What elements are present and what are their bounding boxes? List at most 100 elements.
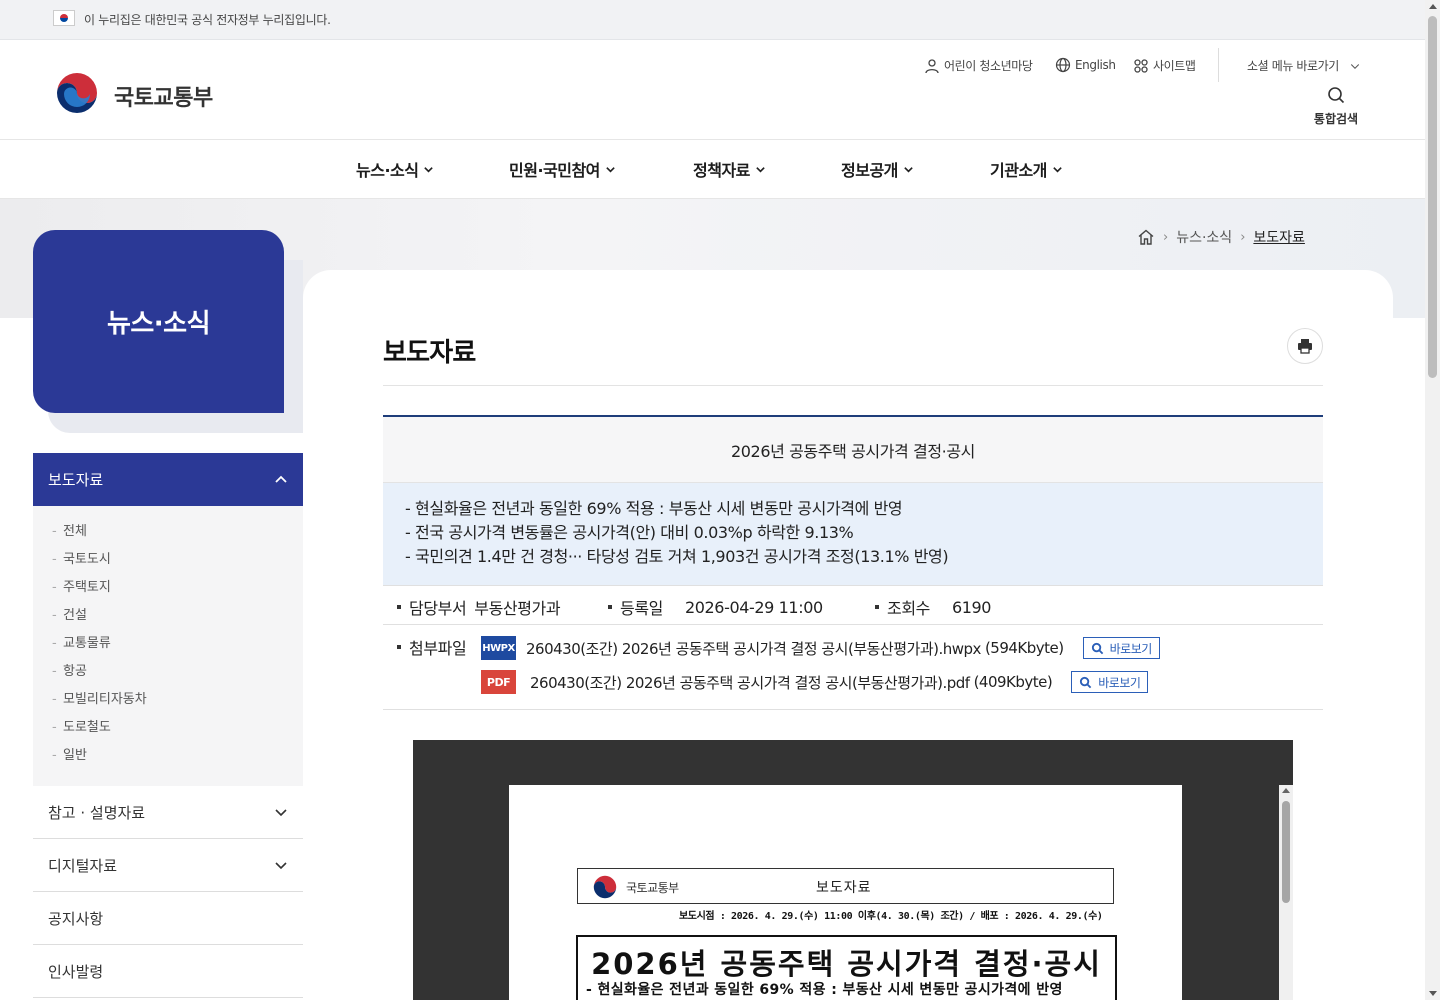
gnb-about[interactable]: 기관소개 bbox=[990, 157, 1063, 181]
scroll-down-icon[interactable] bbox=[1429, 991, 1437, 996]
doc-kind: 보도자료 bbox=[816, 880, 872, 896]
preview-button[interactable]: 바로보기 bbox=[1071, 671, 1149, 693]
preview-button[interactable]: 바로보기 bbox=[1082, 637, 1160, 659]
bullet bbox=[875, 605, 879, 609]
meta-label: 조회수 bbox=[887, 599, 930, 618]
sidebar-subitem[interactable]: 전체 bbox=[33, 522, 303, 550]
preview-label: 바로보기 bbox=[1098, 675, 1141, 690]
sidebar-item-digital[interactable]: 디지털자료 bbox=[33, 839, 303, 892]
attachment-file: PDF 260430(조간) 2026년 공동주택 공시가격 결정 공시(부동산… bbox=[481, 670, 1149, 694]
gnb-civil[interactable]: 민원·국민참여 bbox=[509, 157, 616, 181]
doc-subtitle: - 현실화율은 전년과 동일한 69% 적용 : 부동산 시세 변동만 공시가격… bbox=[586, 982, 1063, 998]
site-header: 국토교통부 어린이 청소년마당 English 사이트맵 소셜 메뉴 바로가기 … bbox=[0, 40, 1425, 140]
file-name[interactable]: 260430(조간) 2026년 공동주택 공시가격 결정 공시(부동산평가과)… bbox=[526, 638, 981, 659]
sidebar-subitem[interactable]: 항공 bbox=[33, 662, 303, 690]
korea-flag-icon bbox=[53, 10, 75, 26]
gov-banner: 이 누리집은 대한민국 공식 전자정부 누리집입니다. bbox=[0, 0, 1425, 40]
side-title: 뉴스·소식 bbox=[33, 230, 284, 413]
sidebar-subitem[interactable]: 교통물류 bbox=[33, 634, 303, 662]
doc-title-box: 2026년 공동주택 공시가격 결정·공시 - 현실화율은 전년과 동일한 69… bbox=[576, 935, 1117, 1000]
chevron-down-icon bbox=[424, 166, 434, 173]
divider bbox=[383, 385, 1323, 386]
hwpx-file-icon: HWPX bbox=[481, 636, 516, 660]
scroll-up-icon[interactable] bbox=[1429, 4, 1437, 9]
sitemap-link[interactable]: 사이트맵 bbox=[1133, 57, 1196, 74]
breadcrumb-separator: › bbox=[1240, 229, 1246, 245]
home-icon[interactable] bbox=[1137, 228, 1155, 246]
chevron-up-icon bbox=[275, 475, 287, 483]
sidebar-subitem[interactable]: 국토도시 bbox=[33, 550, 303, 578]
bullet bbox=[608, 605, 612, 609]
summary-line: - 현실화율은 전년과 동일한 69% 적용 : 부동산 시세 변동만 공시가격… bbox=[405, 499, 903, 518]
meta-label: 등록일 bbox=[620, 599, 663, 618]
meta-date: 등록일 2026-04-29 11:00 bbox=[608, 595, 823, 619]
english-link[interactable]: English bbox=[1055, 57, 1116, 73]
viewer-scrollbar[interactable] bbox=[1279, 785, 1293, 1000]
document-page: 국토교통부 보도자료 보도시점 : 2026. 4. 29.(수) 11:00 … bbox=[509, 785, 1182, 1000]
scroll-thumb[interactable] bbox=[1282, 801, 1290, 903]
breadcrumb-separator: › bbox=[1163, 229, 1169, 245]
gnb-policy-label: 정책자료 bbox=[693, 161, 750, 180]
ministry-name[interactable]: 국토교통부 bbox=[114, 80, 213, 112]
sidebar-subitem[interactable]: 도로철도 bbox=[33, 718, 303, 746]
sidebar-subitem[interactable]: 건설 bbox=[33, 606, 303, 634]
scroll-thumb[interactable] bbox=[1428, 16, 1437, 378]
ministry-logo-icon bbox=[591, 873, 619, 901]
attach-label: 첨부파일 bbox=[397, 635, 467, 659]
meta-dept: 담당부서 부동산평가과 bbox=[397, 595, 561, 619]
breadcrumb-current[interactable]: 보도자료 bbox=[1253, 227, 1305, 247]
sidebar-item-reference[interactable]: 참고 · 설명자료 bbox=[33, 786, 303, 839]
bullet bbox=[397, 605, 401, 609]
sidebar-subitem[interactable]: 모빌리티자동차 bbox=[33, 690, 303, 718]
attachment-file: HWPX 260430(조간) 2026년 공동주택 공시가격 결정 공시(부동… bbox=[481, 636, 1160, 660]
printer-icon bbox=[1298, 339, 1312, 354]
file-size: (594Kbyte) bbox=[984, 639, 1064, 657]
meta-views: 조회수 6190 bbox=[875, 595, 991, 619]
article-summary: - 현실화율은 전년과 동일한 69% 적용 : 부동산 시세 변동만 공시가격… bbox=[383, 483, 1323, 586]
gnb-policy[interactable]: 정책자료 bbox=[693, 157, 766, 181]
sidebar-item-personnel[interactable]: 인사발령 bbox=[33, 945, 303, 998]
chevron-down-icon bbox=[1053, 166, 1062, 173]
sidebar-subitem[interactable]: 주택토지 bbox=[33, 578, 303, 606]
scroll-up-icon[interactable] bbox=[1282, 788, 1290, 793]
bullet bbox=[397, 645, 401, 649]
meta-value: 6190 bbox=[951, 597, 992, 617]
doc-title: 2026년 공동주택 공시가격 결정·공시 bbox=[591, 947, 1102, 981]
article-meta: 담당부서 부동산평가과 등록일 2026-04-29 11:00 조회수 619… bbox=[383, 586, 1323, 625]
meta-value: 2026-04-29 11:00 bbox=[684, 597, 823, 617]
sidebar-subitem[interactable]: 일반 bbox=[33, 746, 303, 774]
social-menu-toggle[interactable]: 소셜 메뉴 바로가기 bbox=[1247, 57, 1361, 74]
breadcrumb-news[interactable]: 뉴스·소식 bbox=[1176, 227, 1232, 247]
meta-value: 부동산평가과 bbox=[474, 599, 561, 618]
gnb-civil-label: 민원·국민참여 bbox=[509, 161, 600, 180]
kids-link[interactable]: 어린이 청소년마당 bbox=[924, 57, 1033, 74]
gov-banner-text: 이 누리집은 대한민국 공식 전자정부 누리집입니다. bbox=[84, 13, 331, 27]
sidebar-item-label: 디지털자료 bbox=[48, 856, 118, 875]
sidebar-item-label: 공지사항 bbox=[48, 909, 104, 928]
sidebar-item-notice[interactable]: 공지사항 bbox=[33, 892, 303, 945]
sitemap-icon bbox=[1134, 58, 1148, 73]
globe-icon bbox=[1055, 57, 1071, 73]
print-button[interactable] bbox=[1287, 328, 1323, 364]
gnb-about-label: 기관소개 bbox=[990, 161, 1047, 180]
page-scrollbar[interactable] bbox=[1425, 0, 1440, 1000]
document-viewer[interactable]: 국토교통부 보도자료 보도시점 : 2026. 4. 29.(수) 11:00 … bbox=[413, 740, 1293, 1000]
breadcrumb: › 뉴스·소식 › 보도자료 bbox=[1137, 227, 1305, 247]
pdf-file-icon: PDF bbox=[481, 670, 516, 694]
ministry-logo-icon[interactable] bbox=[52, 68, 102, 118]
attachments: 첨부파일 HWPX 260430(조간) 2026년 공동주택 공시가격 결정 … bbox=[383, 625, 1323, 710]
gnb-news-label: 뉴스·소식 bbox=[356, 161, 419, 180]
sidebar-item-press[interactable]: 보도자료 bbox=[33, 453, 303, 506]
search-icon bbox=[1080, 676, 1092, 688]
sitemap-link-label: 사이트맵 bbox=[1153, 59, 1196, 73]
page-title: 보도자료 bbox=[383, 338, 476, 368]
gnb-news[interactable]: 뉴스·소식 bbox=[356, 157, 434, 181]
chevron-down-icon bbox=[275, 809, 287, 817]
chevron-down-icon bbox=[606, 166, 615, 173]
sidebar-item-label: 보도자료 bbox=[48, 471, 104, 489]
integrated-search-button[interactable]: 통합검색 bbox=[1305, 86, 1367, 127]
divider bbox=[1218, 48, 1219, 82]
file-name[interactable]: 260430(조간) 2026년 공동주택 공시가격 결정 공시(부동산평가과)… bbox=[530, 672, 970, 693]
gnb-info[interactable]: 정보공개 bbox=[841, 157, 914, 181]
article-title-text: 2026년 공동주택 공시가격 결정·공시 bbox=[730, 441, 976, 461]
